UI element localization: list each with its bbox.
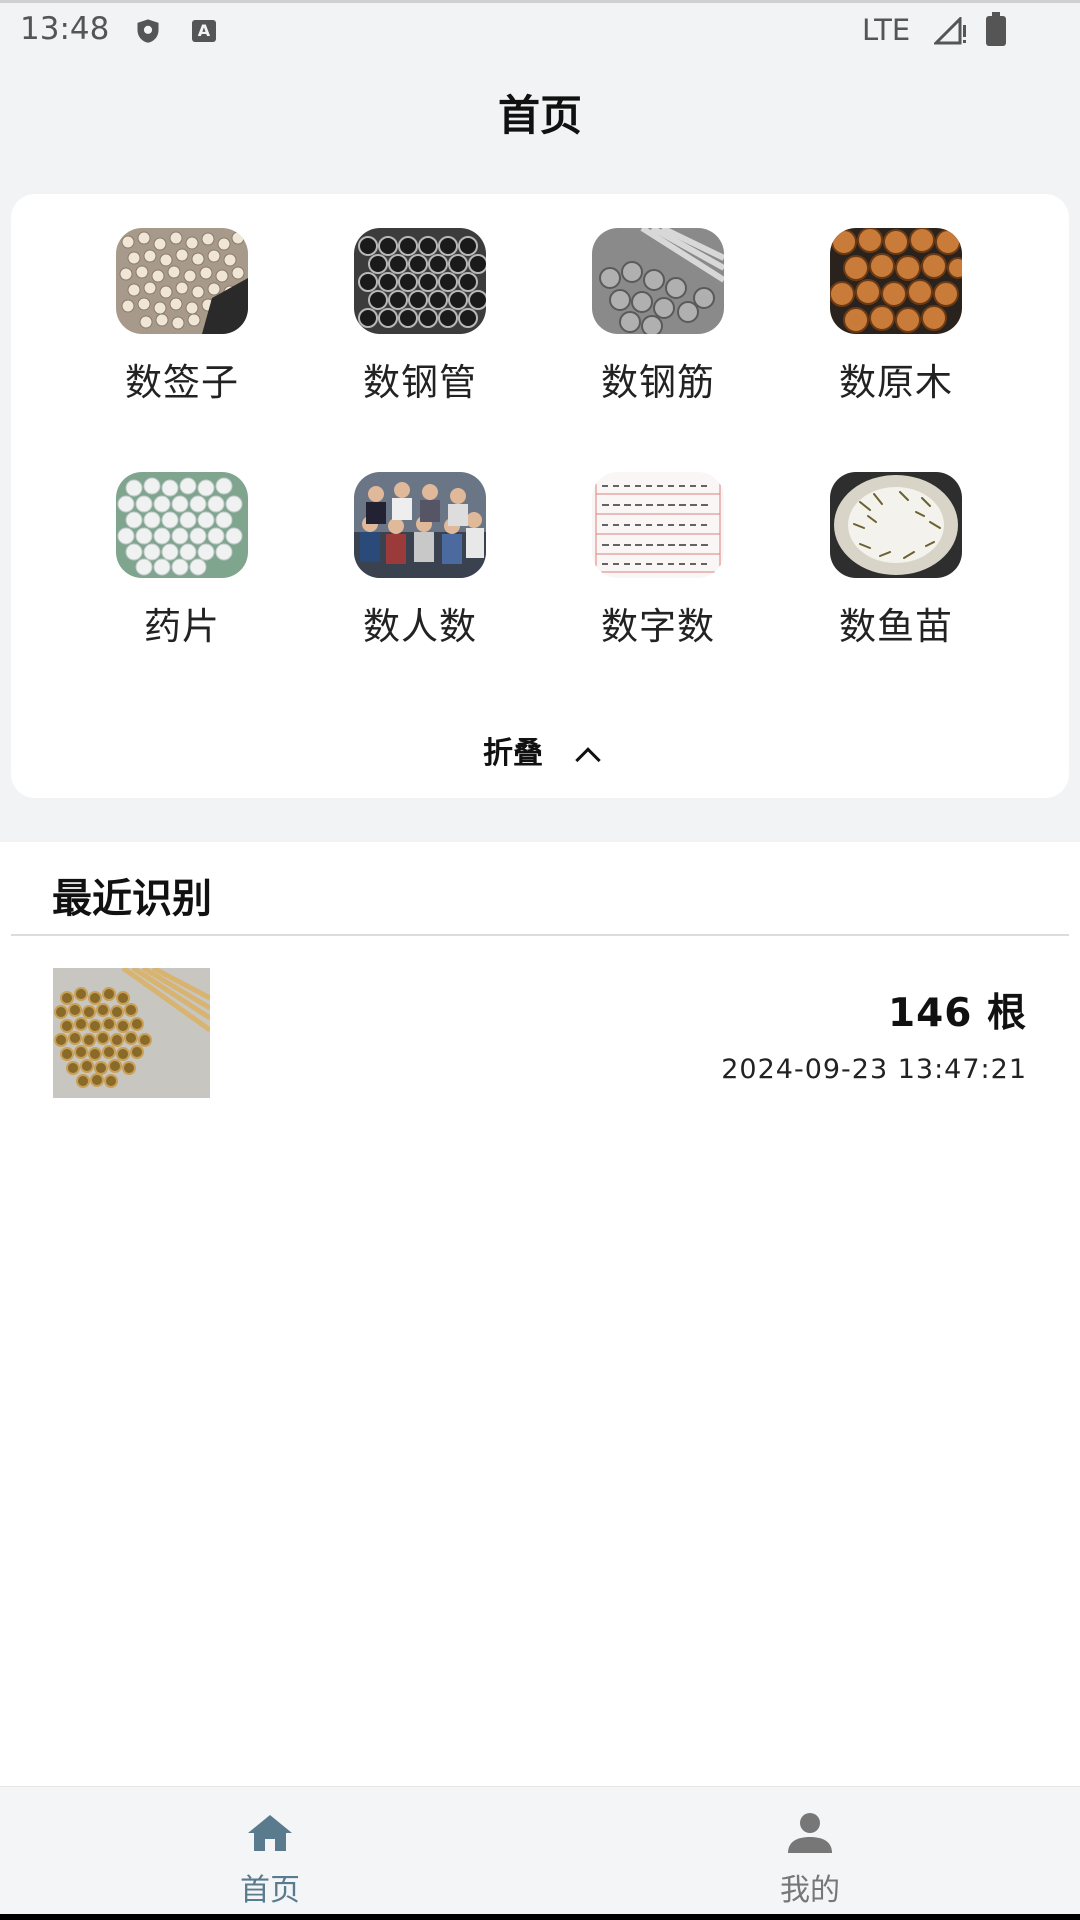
status-bar: 13:48 A LTE xyxy=(0,0,1080,58)
recent-section: 最近识别 146 根 2024-09-23 13:47:21 xyxy=(0,842,1080,1786)
category-item-fish[interactable]: 数鱼苗 xyxy=(796,472,996,662)
tab-home-label: 首页 xyxy=(240,1873,300,1908)
bottom-nav: 首页 我的 xyxy=(0,1786,1080,1920)
category-item-characters[interactable]: 数字数 xyxy=(558,472,758,662)
record-count: 146 根 xyxy=(888,991,1027,1036)
category-item-rebar[interactable]: 数钢筋 xyxy=(558,228,758,418)
status-time: 13:48 xyxy=(20,11,110,47)
pills-icon xyxy=(116,472,248,578)
section-title: 最近识别 xyxy=(52,876,212,922)
people-icon xyxy=(354,472,486,578)
logs-icon xyxy=(830,228,962,334)
category-item-pills[interactable]: 药片 xyxy=(82,472,282,662)
category-item-logs[interactable]: 数原木 xyxy=(796,228,996,418)
category-grid: 数签子 数钢管 数钢筋 数原木 药片 数人数 数字数 数鱼苗 折叠 xyxy=(11,194,1069,798)
title-bar: 首页 xyxy=(0,58,1080,174)
category-item-sticks[interactable]: 数签子 xyxy=(82,228,282,418)
category-label: 数鱼苗 xyxy=(839,605,953,648)
steel-pipes-icon xyxy=(354,228,486,334)
keyboard-a-icon: A xyxy=(192,20,216,42)
tab-profile-label: 我的 xyxy=(780,1873,840,1908)
bamboo-sticks-icon xyxy=(116,228,248,334)
collapse-button[interactable]: 折叠 xyxy=(11,728,1069,778)
category-label: 药片 xyxy=(144,605,220,648)
record-thumbnail xyxy=(53,968,210,1098)
tab-home[interactable]: 首页 xyxy=(0,1787,540,1915)
handwriting-icon xyxy=(592,472,724,578)
category-label: 数字数 xyxy=(601,605,715,648)
chevron-up-icon xyxy=(575,747,601,773)
category-item-people[interactable]: 数人数 xyxy=(320,472,520,662)
tab-profile[interactable]: 我的 xyxy=(540,1787,1080,1915)
home-icon xyxy=(248,1815,292,1851)
recent-record[interactable]: 146 根 2024-09-23 13:47:21 xyxy=(0,968,1080,1098)
category-label: 数钢管 xyxy=(363,361,477,404)
category-label: 数签子 xyxy=(125,361,239,404)
category-label: 数人数 xyxy=(363,605,477,648)
signal-icon xyxy=(934,17,966,45)
person-icon xyxy=(788,1813,832,1853)
collapse-label: 折叠 xyxy=(483,736,543,771)
shield-icon xyxy=(137,19,159,43)
category-item-pipes[interactable]: 数钢管 xyxy=(320,228,520,418)
network-type: LTE xyxy=(862,13,911,47)
category-label: 数原木 xyxy=(839,361,953,404)
category-label: 数钢筋 xyxy=(601,361,715,404)
record-timestamp: 2024-09-23 13:47:21 xyxy=(721,1054,1027,1085)
page-title: 首页 xyxy=(497,91,582,140)
battery-icon xyxy=(986,12,1006,46)
divider xyxy=(11,934,1069,936)
steel-bars-icon xyxy=(592,228,724,334)
fish-fry-icon xyxy=(830,472,962,578)
